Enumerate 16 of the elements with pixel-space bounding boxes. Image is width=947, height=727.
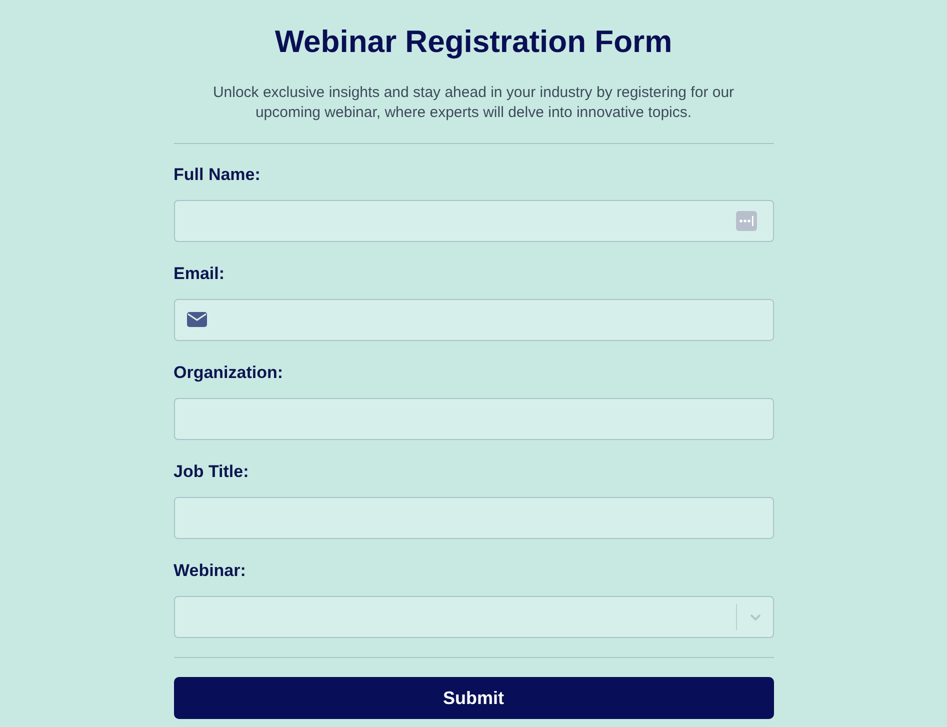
form-description: Unlock exclusive insights and stay ahead in your industry by registering for our upcoming webinar, where experts will delve into innovative topics.	[212, 83, 736, 123]
field-label: Email:	[174, 263, 226, 285]
field-label: Organization:	[174, 362, 284, 384]
chevron-down-icon[interactable]	[750, 614, 760, 621]
autofill-icon[interactable]	[736, 211, 756, 231]
text-input-field[interactable]	[174, 200, 774, 242]
envelope-icon	[186, 312, 206, 327]
email-input-field[interactable]	[174, 299, 774, 341]
field-label: Full Name:	[174, 164, 262, 186]
field-label: Job Title:	[174, 461, 250, 483]
form-title: Webinar Registration Form	[274, 23, 674, 61]
submit-button[interactable]: Submit	[174, 677, 774, 719]
field-label: Webinar:	[174, 560, 247, 582]
dropdown-field[interactable]	[174, 596, 774, 638]
text-input-field[interactable]	[174, 398, 774, 440]
text-input-field[interactable]	[174, 497, 774, 539]
